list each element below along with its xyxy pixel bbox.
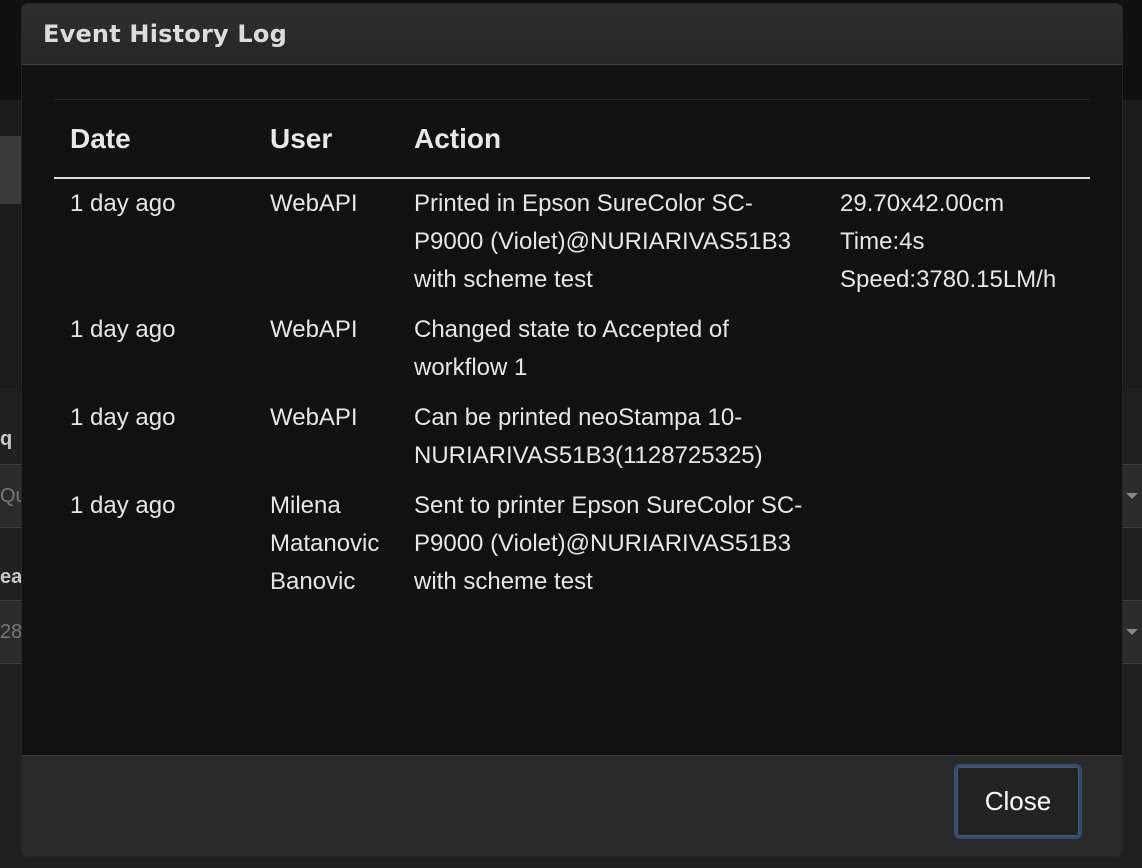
- column-header-details: [824, 99, 1090, 179]
- background-select-edge-2: [1119, 600, 1142, 664]
- detail-time: Time:4s: [840, 228, 925, 255]
- background-select-edge: [1119, 464, 1142, 528]
- cell-user: WebAPI: [270, 190, 358, 217]
- cell-user: WebAPI: [270, 316, 358, 343]
- dialog-footer: Close: [22, 755, 1122, 856]
- cell-action: Can be printed neoStampa 10-NURIARIVAS51…: [414, 404, 763, 469]
- cell-details: [824, 481, 1090, 607]
- cell-user: WebAPI: [270, 404, 358, 431]
- event-history-dialog: Event History Log Date User Action 1 day…: [22, 4, 1122, 856]
- table-header-row: Date User Action: [54, 99, 1090, 179]
- table-row: 1 day ago WebAPI Changed state to Accept…: [54, 305, 1090, 393]
- cell-action: Printed in Epson SureColor SC-P9000 (Vio…: [414, 190, 791, 293]
- cell-date: 1 day ago: [70, 316, 176, 343]
- app-page: q Qu ea 28 Event History Log Date User A…: [0, 0, 1142, 868]
- dialog-title: Event History Log: [43, 20, 287, 48]
- cell-date: 1 day ago: [70, 190, 176, 217]
- close-button[interactable]: Close: [954, 764, 1082, 839]
- cell-details: [824, 393, 1090, 481]
- cell-details: 29.70x42.00cm Time:4s Speed:3780.15LM/h: [824, 178, 1090, 305]
- background-label-edge: q: [0, 428, 13, 450]
- detail-size: 29.70x42.00cm: [840, 190, 1005, 217]
- event-log-table: Date User Action 1 day ago WebAPI Printe…: [54, 99, 1090, 607]
- cell-date: 1 day ago: [70, 492, 176, 519]
- dialog-body: Date User Action 1 day ago WebAPI Printe…: [22, 65, 1122, 755]
- cell-date: 1 day ago: [70, 404, 176, 431]
- cell-details: [824, 305, 1090, 393]
- background-label-edge-2: ea: [0, 566, 23, 588]
- background-input-text-2: 28: [0, 621, 23, 643]
- dialog-header: Event History Log: [22, 4, 1122, 65]
- cell-user: Milena Matanovic Banovic: [270, 492, 380, 595]
- table-row: 1 day ago WebAPI Printed in Epson SureCo…: [54, 178, 1090, 305]
- cell-action: Changed state to Accepted of workflow 1: [414, 316, 729, 381]
- table-row: 1 day ago Milena Matanovic Banovic Sent …: [54, 481, 1090, 607]
- chevron-down-icon: [1126, 629, 1138, 635]
- cell-action: Sent to printer Epson SureColor SC-P9000…: [414, 492, 803, 595]
- column-header-action: Action: [398, 99, 824, 179]
- detail-speed: Speed:3780.15LM/h: [840, 266, 1057, 293]
- column-header-user: User: [254, 99, 398, 179]
- column-header-date: Date: [54, 99, 254, 179]
- chevron-down-icon: [1126, 493, 1138, 499]
- table-row: 1 day ago WebAPI Can be printed neoStamp…: [54, 393, 1090, 481]
